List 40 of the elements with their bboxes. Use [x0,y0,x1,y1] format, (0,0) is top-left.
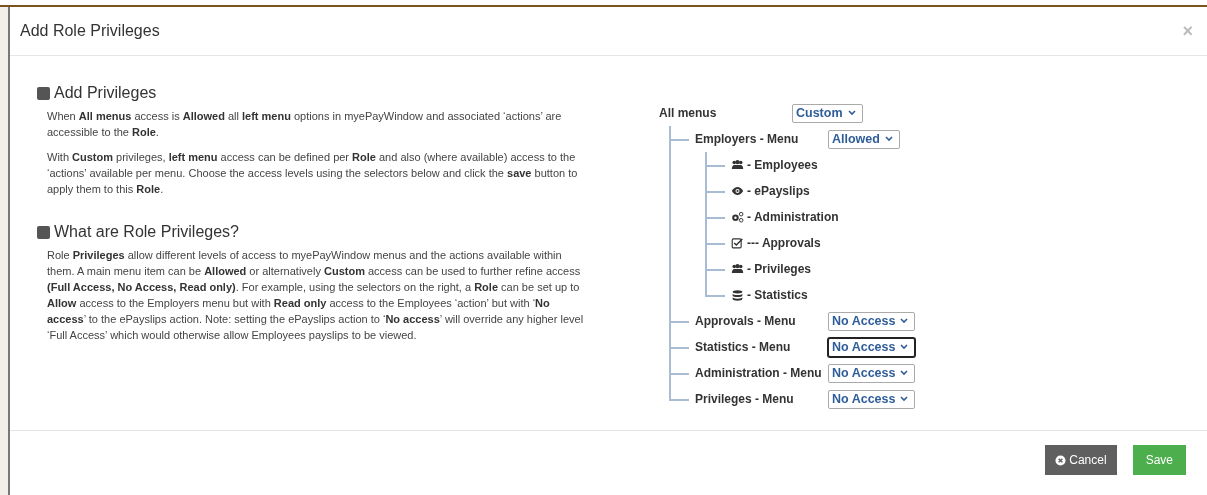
eye-icon [731,185,744,197]
caret-icon [847,110,856,116]
access-select[interactable]: No Access [828,337,916,357]
menu-label: Privileges - Menu [695,392,795,406]
dialog-title: Add Role Privileges [20,22,160,40]
paragraph: With Custom privileges, left menu access can be defined per Role and also (where available) access to the ‘actions’ available per menu. Choose the access levels using the selectors below and click the save button to apply them to this Role. [47,150,579,197]
menu-label: Employers - Menu [695,132,800,146]
tree-item[interactable]: - Employees [747,158,818,172]
users-icon [731,263,744,275]
caret-icon [900,396,909,402]
caret-icon [900,344,909,350]
tree-item[interactable]: - Administration [747,210,839,224]
tree-item[interactable]: - Privileges [747,262,812,276]
caret-icon [900,370,909,376]
access-select[interactable]: No Access [828,363,916,383]
menu-label: Administration - Menu [695,366,823,380]
close-circle-icon [1055,454,1067,466]
tree-item[interactable]: --- Approvals [747,236,821,250]
tree-item[interactable]: - ePayslips [747,184,810,198]
tree-item[interactable]: - Statistics [747,288,808,302]
access-select[interactable]: Allowed [828,129,900,149]
paragraph: Role Privileges allow different levels of access to myePayWindow menus and the actions available within them. A main menu item can be Allowed or alternatively Custom access can be used to further refine access (Full Access, No Access, Read only). For example, using the selectors on the right, a Role can be set up to Allow access to the Employers menu but with Read only access to the Employees ‘action’ but with ‘No access’ to the ePayslips action. Note: setting the ePayslips action to ‘No access’ will override any higher level ‘Full Access’ which would otherwise allow Employees payslips to be viewed. [47,248,585,343]
square-icon [37,225,50,239]
database-icon [731,289,744,301]
cancel-button[interactable]: Cancel [1045,445,1117,475]
square-icon [37,86,50,100]
section-heading: Add Privileges [54,84,157,102]
access-select[interactable]: Custom [792,103,863,123]
access-select[interactable]: No Access [828,311,916,331]
cogs-icon [731,211,744,223]
users-icon [731,159,744,171]
menu-label: All menus [659,106,718,120]
paragraph: When All menus access is Allowed all left menu options in myePayWindow and associated ‘actions’ are accessible to the Role. [47,109,563,140]
caret-icon [884,136,893,142]
menu-label: Statistics - Menu [695,340,792,354]
menu-label: Approvals - Menu [695,314,797,328]
section-heading: What are Role Privileges? [54,223,239,241]
check-icon [731,237,744,249]
caret-icon [900,318,909,324]
access-select[interactable]: No Access [828,389,916,409]
